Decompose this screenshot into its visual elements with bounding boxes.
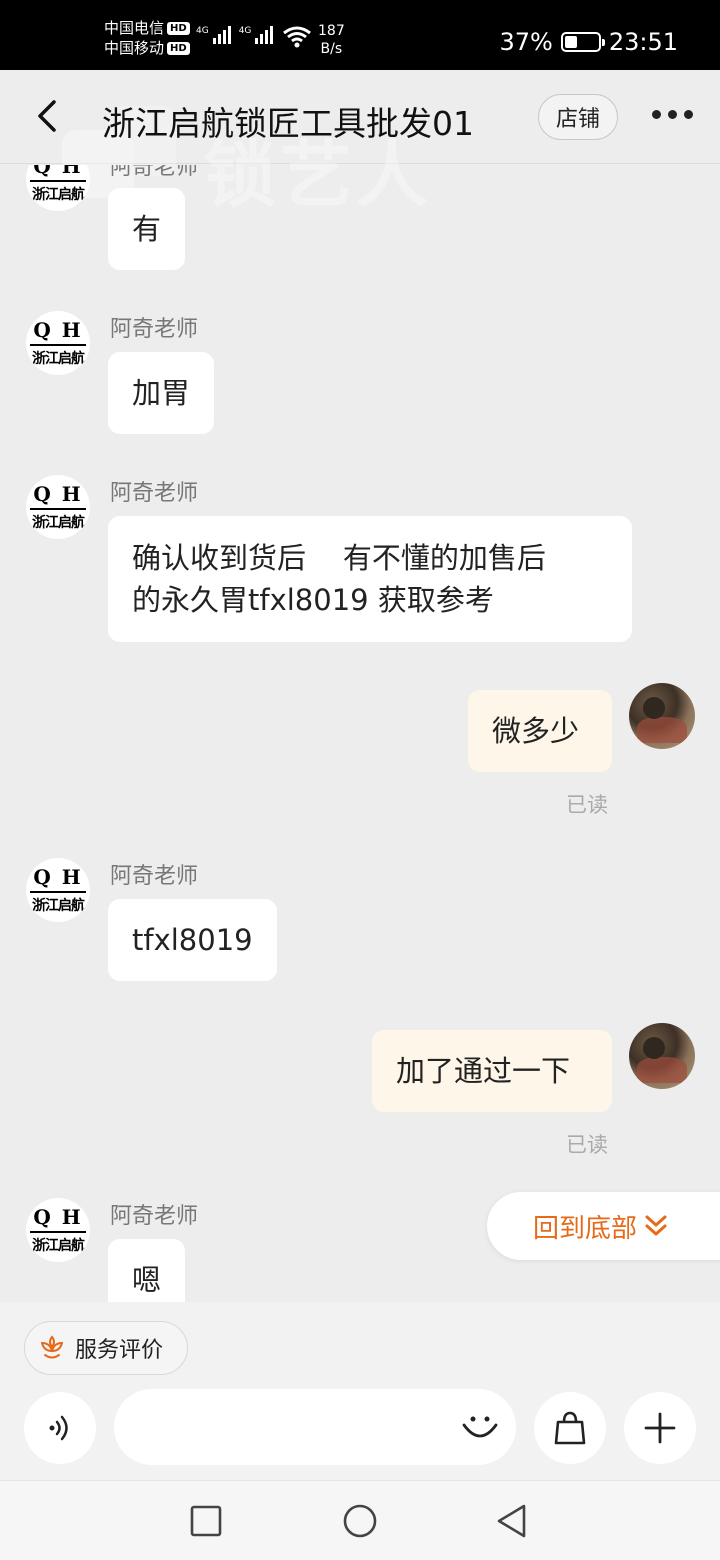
flower-icon bbox=[40, 1335, 64, 1359]
double-chevron-down-icon bbox=[645, 1215, 667, 1236]
message-bubble[interactable]: 加胃 bbox=[108, 352, 215, 434]
recent-apps-icon[interactable] bbox=[189, 1503, 223, 1539]
more-options-icon[interactable] bbox=[652, 110, 693, 119]
battery-icon bbox=[560, 32, 605, 52]
emoji-icon[interactable] bbox=[460, 1407, 500, 1447]
clock: 23:51 bbox=[608, 28, 678, 56]
signal-icons: 4G 4G bbox=[196, 26, 274, 44]
sender-name: 阿奇老师 bbox=[110, 165, 199, 180]
sender-name: 阿奇老师 bbox=[110, 481, 199, 506]
shop-avatar[interactable]: Q H 浙江启航 bbox=[26, 165, 90, 211]
plus-icon bbox=[644, 1412, 676, 1444]
read-status: 已读 bbox=[566, 1133, 608, 1157]
message-bubble[interactable]: 嗯 bbox=[108, 1239, 186, 1302]
signal-icon: 4G bbox=[196, 26, 231, 44]
system-nav-bar bbox=[0, 1480, 720, 1560]
sender-name: 阿奇老师 bbox=[110, 317, 199, 342]
back-triangle-icon[interactable] bbox=[494, 1503, 530, 1539]
message-bubble[interactable]: 微多少 bbox=[468, 690, 612, 772]
home-icon[interactable] bbox=[341, 1503, 379, 1539]
speed-value: 187 bbox=[318, 23, 345, 39]
carrier-2: 中国移动 bbox=[104, 39, 165, 57]
shop-avatar[interactable]: Q H 浙江启航 bbox=[26, 311, 90, 375]
shop-button[interactable]: 店铺 bbox=[538, 94, 618, 140]
message-line: 确认收到货后 有不懂的加售后 bbox=[132, 541, 546, 575]
back-arrow-icon[interactable] bbox=[30, 98, 66, 134]
wifi-icon bbox=[283, 26, 311, 48]
page-title: 浙江启航锁匠工具批发01 bbox=[102, 104, 474, 143]
scroll-to-bottom-button[interactable]: 回到底部 bbox=[487, 1192, 720, 1260]
message-input[interactable] bbox=[114, 1389, 516, 1465]
network-speed: 187 B/s bbox=[318, 22, 345, 58]
message-bubble[interactable]: tfxl8019 bbox=[108, 899, 277, 981]
shop-avatar[interactable]: Q H 浙江启航 bbox=[26, 475, 90, 539]
service-rating-button[interactable]: 服务评价 bbox=[24, 1321, 188, 1375]
user-avatar[interactable] bbox=[629, 683, 695, 749]
message-bubble[interactable]: 加了通过一下 bbox=[372, 1030, 612, 1112]
voice-button[interactable] bbox=[24, 1392, 96, 1464]
sender-name: 阿奇老师 bbox=[110, 864, 199, 889]
network-type: 4G bbox=[196, 26, 209, 36]
battery-percent: 37% bbox=[499, 28, 553, 56]
user-avatar[interactable] bbox=[629, 1023, 695, 1089]
quick-actions-bar: 服务评价 bbox=[0, 1302, 720, 1384]
message-line: 的永久胃tfxl8019 获取参考 bbox=[132, 583, 494, 617]
hd-badge: HD bbox=[167, 42, 190, 55]
signal-icon: 4G bbox=[239, 26, 274, 44]
status-bar: 中国电信 HD 中国移动 HD 4G 4G 187 B/s 37% 23:51 bbox=[0, 0, 720, 70]
hd-badge: HD bbox=[167, 22, 190, 35]
carrier-1: 中国电信 bbox=[104, 19, 165, 37]
speed-unit: B/s bbox=[320, 41, 343, 57]
voice-icon bbox=[49, 1415, 68, 1441]
message-list[interactable]: Q H 浙江启航 阿奇老师 有 Q H 浙江启航 阿奇老师 加胃 Q H 浙江启航 阿… bbox=[0, 165, 720, 1302]
read-status: 已读 bbox=[566, 793, 608, 817]
shop-avatar[interactable]: Q H 浙江启航 bbox=[26, 1198, 90, 1262]
chat-header: 锁艺人 浙江启航锁匠工具批发01 店铺 bbox=[0, 70, 720, 217]
input-bar bbox=[0, 1384, 720, 1480]
service-rating-label: 服务评价 bbox=[75, 1338, 164, 1363]
scroll-to-bottom-label: 回到底部 bbox=[533, 1213, 638, 1244]
sender-name: 阿奇老师 bbox=[110, 1204, 199, 1229]
message-text-field[interactable] bbox=[142, 1407, 462, 1447]
shopping-bag-icon bbox=[554, 1411, 586, 1445]
add-button[interactable] bbox=[624, 1392, 696, 1464]
message-bubble[interactable]: 确认收到货后 有不懂的加售后 的永久胃tfxl8019 获取参考 bbox=[108, 516, 632, 642]
network-type: 4G bbox=[238, 26, 252, 36]
carrier-info: 中国电信 HD 中国移动 HD bbox=[104, 18, 190, 58]
shop-avatar[interactable]: Q H 浙江启航 bbox=[26, 858, 90, 922]
shopping-bag-button[interactable] bbox=[534, 1392, 606, 1464]
message-bubble[interactable]: 有 bbox=[108, 188, 186, 270]
